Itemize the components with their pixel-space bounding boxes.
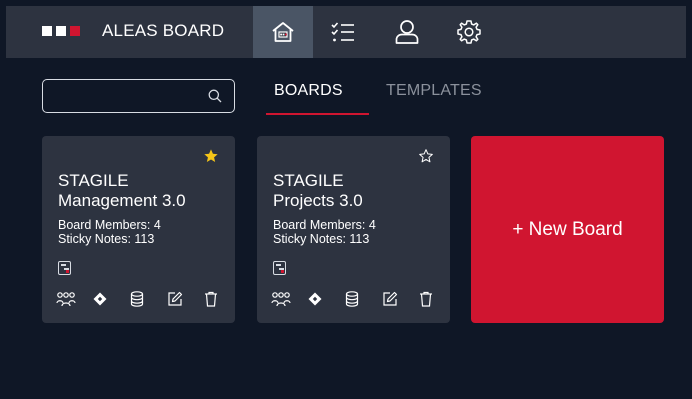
sticky-notes-count: Sticky Notes: 113 [58,232,155,246]
tab-boards[interactable]: BOARDS [274,82,343,100]
user-icon [395,20,419,44]
edit-button[interactable] [167,290,194,308]
members-button[interactable] [271,290,298,308]
board-card[interactable]: STAGILE Projects 3.0 Board Members: 4 St… [257,136,450,323]
board-members-count: Board Members: 4 [273,218,376,232]
search-icon[interactable] [208,89,222,103]
board-meta: Board Members: 4 Sticky Notes: 113 [58,218,161,246]
tab-templates[interactable]: TEMPLATES [386,82,482,100]
jira-diamond-icon [93,292,107,306]
new-board-button[interactable]: + New Board [471,136,664,323]
board-members-count: Board Members: 4 [58,218,161,232]
board-type-icon [58,261,71,275]
logo-square-2 [56,26,66,36]
edit-icon [168,291,183,306]
top-bar: ALEAS BOARD [6,6,686,58]
edit-icon [383,291,398,306]
search-input[interactable] [51,86,191,106]
board-title-line: Management 3.0 [58,191,186,210]
trash-icon [420,291,432,307]
board-title: STAGILE Projects 3.0 [273,171,443,211]
app-logo [42,26,80,38]
board-title-line: STAGILE [58,171,129,190]
app-name: ALEAS BOARD [102,21,225,40]
nav-home-button[interactable] [253,6,313,58]
sticky-notes-count: Sticky Notes: 113 [273,232,370,246]
jira-diamond-icon [308,292,322,306]
card-actions [271,290,456,308]
database-button[interactable] [345,290,372,308]
database-icon [130,291,144,307]
trash-icon [205,291,217,307]
logo-square-3 [70,26,80,36]
board-meta: Board Members: 4 Sticky Notes: 113 [273,218,376,246]
board-title: STAGILE Management 3.0 [58,171,228,211]
database-button[interactable] [130,290,157,308]
nav-settings-button[interactable] [439,6,499,58]
active-tab-indicator [266,113,369,115]
database-icon [345,291,359,307]
members-icon [271,292,291,307]
edit-button[interactable] [382,290,409,308]
favorite-star-filled-icon[interactable] [203,148,219,164]
board-card[interactable]: STAGILE Management 3.0 Board Members: 4 … [42,136,235,323]
home-icon [272,22,294,42]
favorite-star-outline-icon[interactable] [418,148,434,164]
delete-button[interactable] [419,290,446,308]
board-title-line: STAGILE [273,171,344,190]
delete-button[interactable] [204,290,231,308]
settings-gear-icon [457,20,481,44]
nav-tasks-button[interactable] [313,6,373,58]
card-actions [56,290,241,308]
members-icon [56,292,76,307]
board-search[interactable] [42,79,235,113]
board-title-line: Projects 3.0 [273,191,363,210]
app-window: ALEAS BOARD BOARDS TEMPLATES STAGILE Man… [6,6,686,399]
nav-profile-button[interactable] [377,6,437,58]
logo-square-1 [42,26,52,36]
jira-button[interactable] [308,290,335,308]
jira-button[interactable] [93,290,120,308]
members-button[interactable] [56,290,83,308]
board-type-icon [273,261,286,275]
checklist-icon [331,22,354,42]
